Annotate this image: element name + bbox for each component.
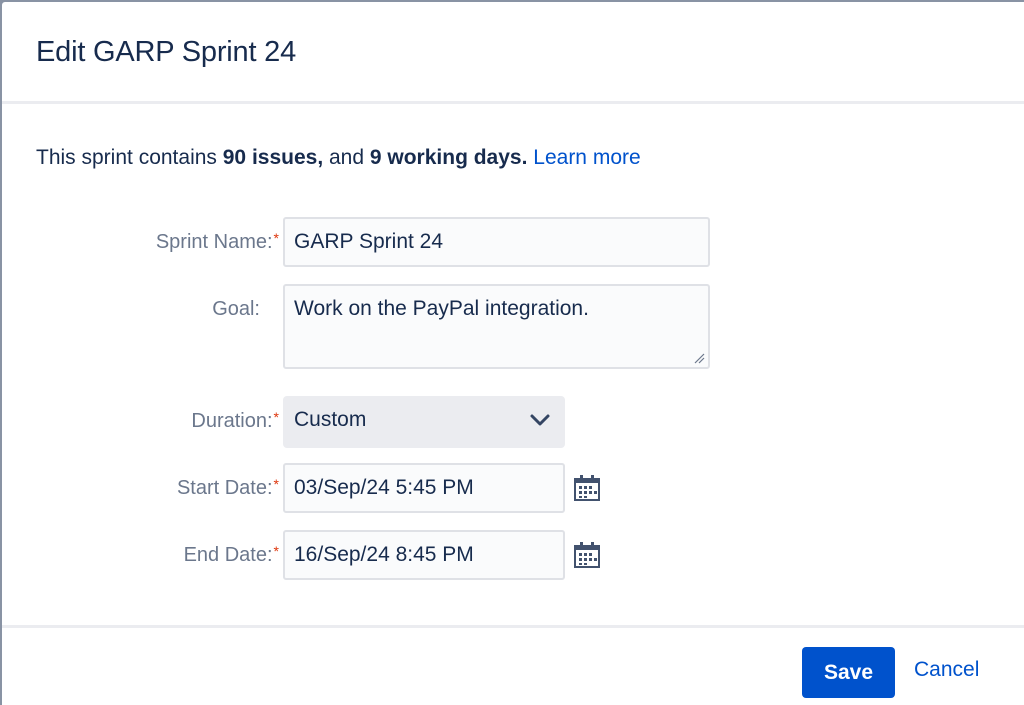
start-date-input[interactable]: 03/Sep/24 5:45 PM xyxy=(283,463,565,513)
end-date-label: End Date:* xyxy=(183,543,279,566)
goal-value: Work on the PayPal integration. xyxy=(294,297,589,320)
save-button[interactable]: Save xyxy=(802,647,895,698)
duration-select[interactable]: Custom xyxy=(283,396,565,448)
dialog-title: Edit GARP Sprint 24 xyxy=(36,36,297,68)
sprint-name-label: Sprint Name:* xyxy=(155,230,279,253)
edit-sprint-dialog: Edit GARP Sprint 24 This sprint contains… xyxy=(2,2,1024,705)
calendar-icon[interactable] xyxy=(572,473,602,503)
dialog-header: Edit GARP Sprint 24 xyxy=(2,2,1024,104)
sprint-name-input[interactable]: GARP Sprint 24 xyxy=(283,217,710,267)
start-date-label: Start Date:* xyxy=(176,476,279,499)
required-marker: * xyxy=(273,230,279,246)
duration-value: Custom xyxy=(294,408,367,431)
summary-middle: and xyxy=(323,146,370,169)
working-days: 9 working days. xyxy=(369,146,528,169)
goal-label: Goal: xyxy=(212,298,260,320)
issue-count: 90 issues, xyxy=(222,146,324,169)
dialog-content: This sprint contains 90 issues, and 9 wo… xyxy=(2,104,1024,624)
required-marker: * xyxy=(273,476,279,492)
dialog-footer: Save Cancel xyxy=(2,625,1024,705)
learn-more-link[interactable]: Learn more xyxy=(533,146,640,169)
sprint-summary: This sprint contains 90 issues, and 9 wo… xyxy=(36,146,641,170)
calendar-icon[interactable] xyxy=(572,540,602,570)
required-marker: * xyxy=(273,409,279,425)
resize-handle-icon[interactable] xyxy=(693,352,705,364)
goal-textarea[interactable]: Work on the PayPal integration. xyxy=(283,284,710,369)
end-date-input[interactable]: 16/Sep/24 8:45 PM xyxy=(283,530,565,580)
required-marker: * xyxy=(273,543,279,559)
chevron-down-icon xyxy=(530,414,550,426)
summary-prefix: This sprint contains xyxy=(36,146,223,169)
duration-label: Duration:* xyxy=(191,409,279,432)
cancel-button[interactable]: Cancel xyxy=(914,658,979,682)
